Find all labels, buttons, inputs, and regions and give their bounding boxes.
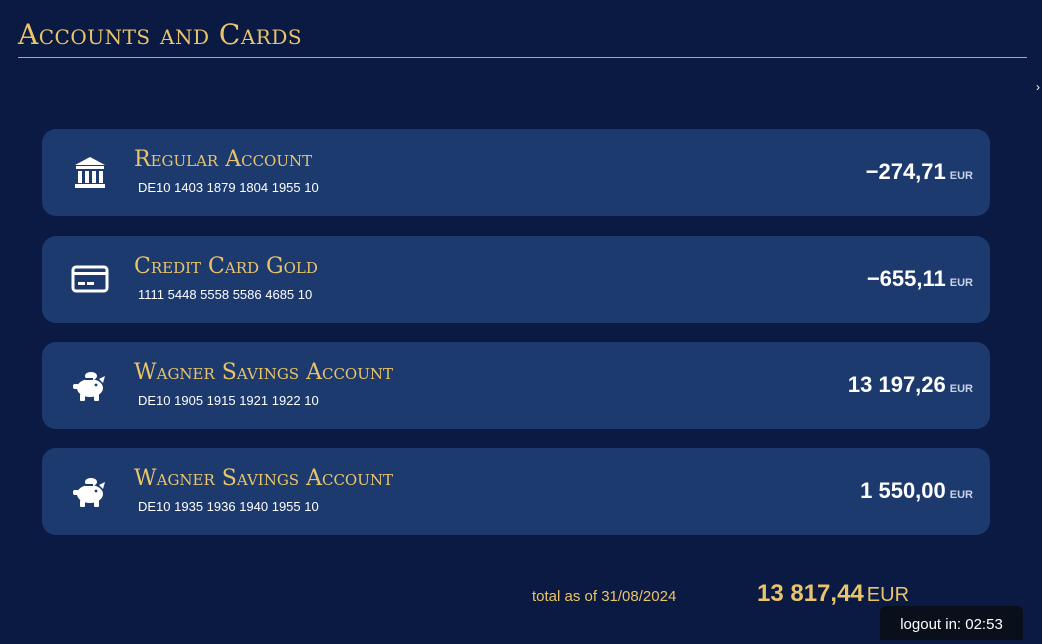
- account-card-regular[interactable]: Regular Account DE10 1403 1879 1804 1955…: [42, 129, 990, 216]
- balance-currency: EUR: [949, 170, 973, 182]
- piggy-bank-icon: [69, 364, 111, 406]
- balance-amount: 13 197,26: [847, 372, 946, 397]
- page-title: Accounts and Cards: [18, 18, 303, 51]
- account-number: 1111 5448 5558 5586 4685 10: [138, 287, 313, 302]
- piggy-bank-icon: [69, 470, 111, 512]
- title-divider: [18, 57, 1027, 58]
- total-amount: 13 817,44: [757, 580, 864, 607]
- account-balance: 1 550,00 EUR: [860, 478, 973, 504]
- account-number: DE10 1403 1879 1804 1955 10: [138, 180, 319, 195]
- account-card-credit-card[interactable]: Credit Card Gold 1111 5448 5558 5586 468…: [42, 236, 990, 323]
- account-balance: −274,71 EUR: [866, 159, 973, 185]
- account-balance: −655,11 EUR: [867, 266, 973, 292]
- account-name: Regular Account: [134, 147, 313, 172]
- account-balance: 13 197,26 EUR: [848, 372, 973, 398]
- balance-amount: 1 550,00: [860, 478, 946, 503]
- total-balance: 13 817,44 EUR: [757, 580, 909, 608]
- account-card-savings[interactable]: Wagner Savings Account DE10 1935 1936 19…: [42, 448, 990, 535]
- balance-amount: −274,71: [865, 159, 946, 184]
- account-name: Credit Card Gold: [134, 254, 318, 279]
- account-name: Wagner Savings Account: [134, 466, 393, 491]
- scroll-indicator-icon: ›: [1036, 80, 1040, 94]
- bank-icon: [69, 151, 111, 193]
- balance-currency: EUR: [949, 489, 973, 501]
- account-number: DE10 1935 1936 1940 1955 10: [138, 499, 319, 514]
- total-label: total as of 31/08/2024: [532, 588, 677, 605]
- logout-timer[interactable]: logout in: 02:53: [880, 606, 1023, 640]
- account-name: Wagner Savings Account: [134, 360, 393, 385]
- balance-currency: EUR: [949, 277, 973, 289]
- account-number: DE10 1905 1915 1921 1922 10: [138, 393, 319, 408]
- balance-amount: −655,11: [866, 266, 946, 291]
- balance-currency: EUR: [949, 383, 973, 395]
- credit-card-icon: [69, 258, 111, 300]
- total-currency: EUR: [866, 584, 910, 606]
- account-card-savings[interactable]: Wagner Savings Account DE10 1905 1915 19…: [42, 342, 990, 429]
